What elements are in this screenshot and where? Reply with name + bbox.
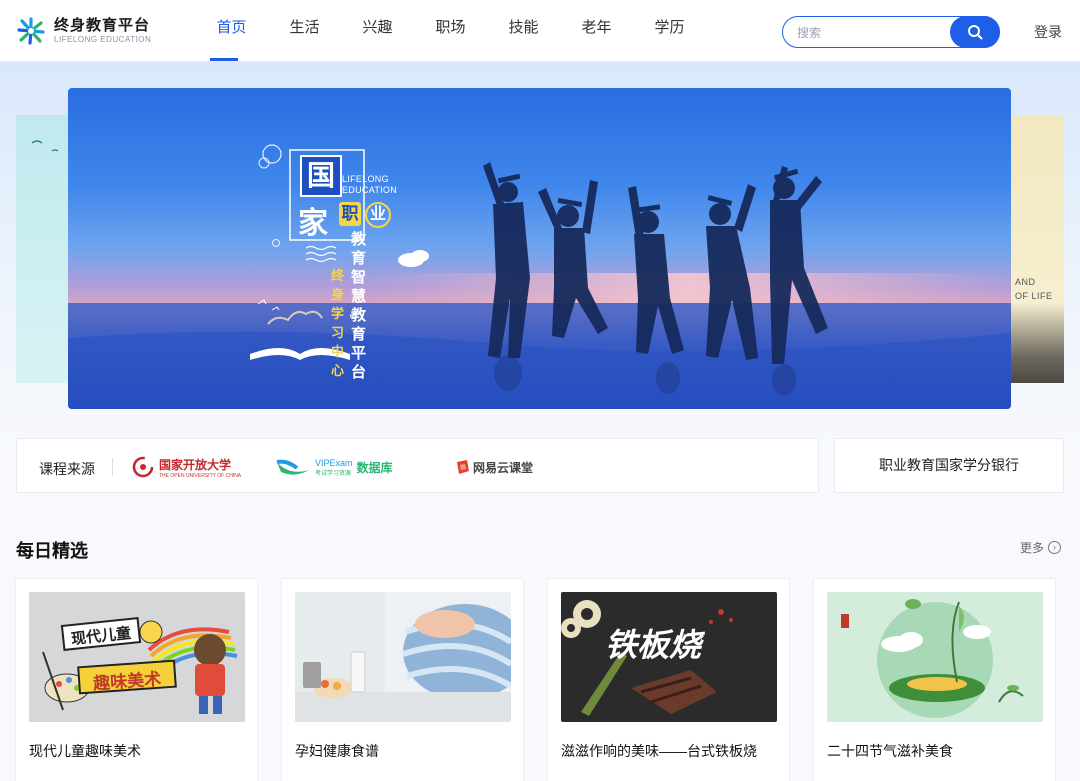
nav-seniors[interactable]: 老年 [560,0,633,62]
chevron-right-circle-icon: › [1048,541,1062,554]
banner-vertical-subtitle: 终身学习中心 [331,268,345,378]
course-thumbnail [827,592,1043,722]
course-title: 孕妇健康食谱 [295,743,379,759]
source-open-university-name: 国家开放大学 [159,457,232,472]
logo-mark-icon [16,16,46,46]
main-nav: 首页 生活 兴趣 职场 技能 老年 学历 [195,0,706,62]
logo-subtitle: LIFELONG EDUCATION [54,35,152,44]
search-box [782,16,1000,48]
course-card[interactable]: 二十四节气滋补美食 [813,578,1056,781]
source-vipexam-name: VIPExam [315,457,353,468]
source-netease-name: 网易云课堂 [473,460,534,475]
course-title: 二十四节气滋补美食 [827,743,953,759]
course-title: 滋滋作响的美味——台式铁板烧 [561,743,757,759]
solar-terms-food-illustration [827,592,1043,722]
hero-banner[interactable]: 国 家 职 业 LIFELONG EDUCATION 教育智慧教育平台 终身学习… [68,88,1011,409]
banner-char-guo: 国 [300,155,342,197]
banner-char-jia: 家 [298,207,328,240]
kids-art-illustration [29,592,245,722]
banner-english-text: LIFELONG EDUCATION [342,174,397,196]
banner-vertical-title: 教育智慧教育平台 [351,231,367,381]
open-university-logo-icon [132,456,154,478]
banner-en-line1: LIFELONG [342,174,389,184]
divider [112,458,113,476]
banner-en-line2: EDUCATION [342,185,398,195]
nav-degree[interactable]: 学历 [633,0,706,62]
source-open-university-sub: THE OPEN UNIVERSITY OF CHINA [159,472,242,479]
search-input[interactable] [797,24,937,42]
site-logo[interactable]: 终身教育平台 LIFELONG EDUCATION [16,16,151,46]
thumbnail-text-1: 铁板烧 [605,627,702,663]
top-header: 终身教育平台 LIFELONG EDUCATION 首页 生活 兴趣 职场 技能… [0,0,1080,62]
carousel-prev-slide[interactable] [16,115,68,383]
nav-life[interactable]: 生活 [268,0,341,62]
source-netease-cloud-classroom[interactable]: 网易云课堂 [455,453,533,481]
course-thumbnail: 现代儿童 趣味美术 [29,592,245,722]
credit-bank-link[interactable]: 职业教育国家学分银行 [834,438,1064,493]
course-sources-label: 课程来源 [39,461,95,477]
search-button[interactable] [950,16,1000,48]
login-link[interactable]: 登录 [1034,22,1062,42]
source-vipexam[interactable]: VIPExam 考试学习资源 数据库 [275,453,393,481]
vipexam-logo-icon [276,459,309,475]
search-icon [968,25,983,40]
banner-char-zhi: 职 [339,202,361,226]
course-title: 现代儿童趣味美术 [29,743,141,759]
course-thumbnail [295,592,511,722]
netease-logo-icon [457,460,469,474]
course-thumbnail: 铁板烧 [561,592,777,722]
graduates-illustration [68,144,1011,409]
banner-char-ye: 业 [365,202,391,228]
source-vipexam-sub: 考试学习资源 [315,470,352,477]
bird-icon [31,140,59,152]
nav-home[interactable]: 首页 [195,0,268,62]
carousel-next-slide[interactable]: AND OF LIFE [1011,115,1064,383]
nav-workplace[interactable]: 职场 [414,0,487,62]
course-card[interactable]: 现代儿童 趣味美术 现代儿童趣味美术 [15,578,258,781]
more-link[interactable]: 更多 › [1020,539,1062,556]
nav-skills[interactable]: 技能 [487,0,560,62]
source-vipexam-db: 数据库 [356,460,393,475]
source-open-university[interactable]: 国家开放大学 THE OPEN UNIVERSITY OF CHINA [131,453,241,481]
more-label: 更多 [1020,541,1045,555]
pregnancy-food-photo [295,592,511,722]
course-card[interactable]: 铁板烧 滋滋作响的美味——台式铁板烧 [547,578,790,781]
next-slide-text-2: OF LIFE [1015,291,1053,301]
course-sources-bar: 课程来源 国家开放大学 THE OPEN UNIVERSITY OF CHINA… [16,438,819,493]
course-card[interactable]: 孕妇健康食谱 [281,578,524,781]
thumbnail-text-2: 趣味美术 [92,669,162,694]
nav-interest[interactable]: 兴趣 [341,0,414,62]
next-slide-text-1: AND [1015,277,1036,287]
logo-title: 终身教育平台 [54,17,151,34]
daily-picks-title: 每日精选 [16,541,88,561]
